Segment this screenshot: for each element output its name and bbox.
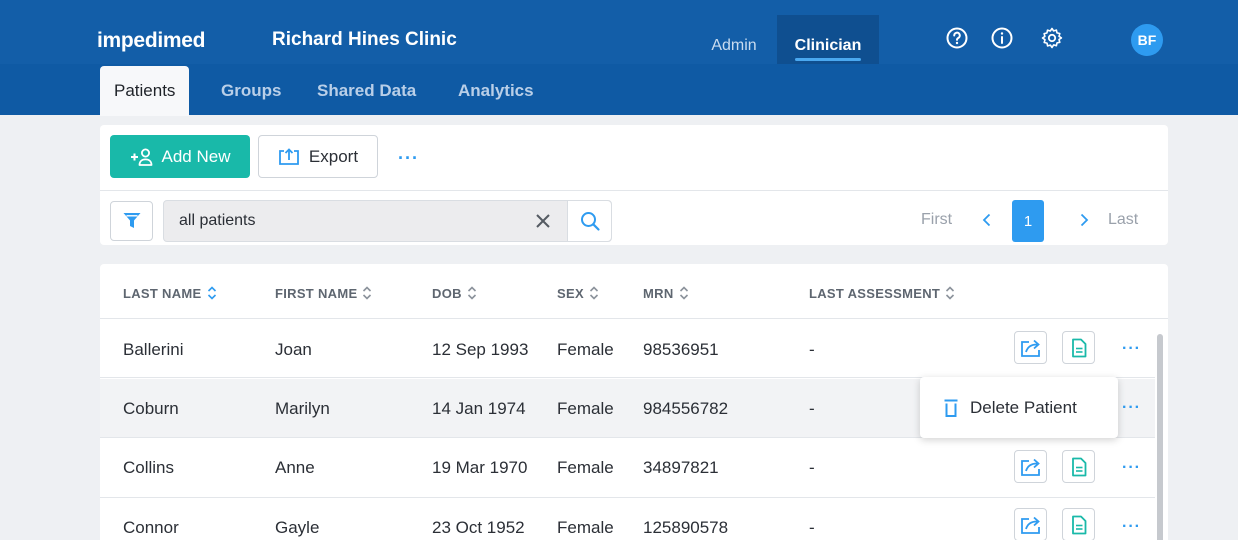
filter-icon (123, 213, 140, 228)
cell-first-name: Anne (275, 458, 315, 477)
cell-last-name: Coburn (123, 399, 179, 418)
share-button[interactable] (1014, 508, 1047, 540)
cell-dob: 19 Mar 1970 (432, 458, 528, 477)
role-admin-tab[interactable]: Admin (692, 15, 776, 65)
cell-sex: Female (557, 518, 614, 537)
brand-logo[interactable]: impedimed (97, 29, 205, 53)
sort-icon (363, 286, 372, 300)
help-icon[interactable] (945, 26, 969, 50)
toolbar-more-button[interactable]: ··· (398, 148, 420, 168)
table-row[interactable] (100, 319, 1155, 378)
role-clinician-tab[interactable]: Clinician (777, 15, 879, 65)
table-row[interactable] (100, 439, 1155, 498)
col-sex-label: SEX (557, 285, 584, 301)
sort-icon (946, 286, 955, 300)
export-label: Export (308, 146, 359, 166)
export-button[interactable]: Export (258, 135, 378, 178)
tab-patients[interactable]: Patients (100, 66, 190, 116)
col-first-name-label: FIRST NAME (275, 285, 358, 301)
pagination-last[interactable]: Last (1108, 211, 1138, 229)
search-box (163, 200, 612, 242)
col-last-assessment-label: LAST ASSESSMENT (809, 285, 941, 301)
tab-groups[interactable]: Groups (221, 66, 281, 116)
cell-first-name: Marilyn (275, 399, 330, 418)
add-user-icon (130, 148, 152, 166)
cell-mrn: 98536951 (643, 340, 719, 359)
cell-sex: Female (557, 340, 614, 359)
share-icon (1020, 516, 1040, 534)
col-mrn-label: MRN (643, 285, 674, 301)
cell-dob: 14 Jan 1974 (432, 399, 526, 418)
col-last-assessment[interactable]: LAST ASSESSMENT (809, 285, 955, 301)
tab-analytics[interactable]: Analytics (458, 66, 534, 116)
settings-icon[interactable] (1040, 26, 1064, 50)
sort-icon (589, 286, 598, 300)
row-more-button[interactable]: ··· (1122, 340, 1144, 357)
search-icon (580, 212, 600, 231)
cell-mrn: 125890578 (643, 518, 729, 537)
col-first-name[interactable]: FIRST NAME (275, 285, 372, 301)
filter-button[interactable] (110, 201, 153, 241)
pagination-current-page[interactable]: 1 (1012, 200, 1044, 242)
report-button[interactable] (1062, 331, 1095, 364)
export-icon (279, 147, 299, 165)
add-new-label: Add New (161, 146, 231, 166)
document-icon (1071, 338, 1086, 357)
cell-dob: 12 Sep 1993 (432, 340, 529, 359)
cell-first-name: Joan (275, 340, 312, 359)
chevron-left-icon[interactable] (981, 213, 993, 227)
sort-icon (467, 286, 476, 300)
col-sex[interactable]: SEX (557, 285, 599, 301)
trash-icon (944, 399, 958, 417)
cell-mrn: 984556782 (643, 399, 729, 418)
cell-last-assessment: - (809, 458, 815, 477)
sort-icon (207, 286, 216, 300)
col-last-name-label: LAST NAME (123, 285, 202, 301)
toolbar-divider (100, 190, 1168, 191)
row-more-button[interactable]: ··· (1122, 459, 1144, 476)
cell-sex: Female (557, 458, 614, 477)
cell-mrn: 34897821 (643, 458, 719, 477)
delete-patient-item[interactable]: Delete Patient (970, 398, 1077, 418)
pagination-first[interactable]: First (921, 211, 952, 229)
col-mrn[interactable]: MRN (643, 285, 689, 301)
col-dob[interactable]: DOB (432, 285, 477, 301)
share-icon (1020, 458, 1040, 476)
share-button[interactable] (1014, 331, 1047, 364)
document-icon (1071, 457, 1086, 476)
cell-dob: 23 Oct 1952 (432, 518, 525, 537)
document-icon (1071, 515, 1086, 534)
row-more-button[interactable]: ··· (1122, 399, 1144, 416)
cell-first-name: Gayle (275, 518, 320, 537)
cell-last-name: Connor (123, 518, 179, 537)
cell-last-assessment: - (809, 399, 815, 418)
share-icon (1020, 339, 1040, 357)
cell-last-assessment: - (809, 340, 815, 359)
search-button[interactable] (567, 201, 611, 241)
tab-shared-data[interactable]: Shared Data (317, 66, 416, 116)
cell-last-assessment: - (809, 518, 815, 537)
col-dob-label: DOB (432, 285, 462, 301)
share-button[interactable] (1014, 450, 1047, 483)
info-icon[interactable] (990, 26, 1014, 50)
col-last-name[interactable]: LAST NAME (123, 285, 217, 301)
cell-sex: Female (557, 399, 614, 418)
cell-last-name: Ballerini (123, 340, 184, 359)
row-more-button[interactable]: ··· (1122, 518, 1144, 535)
report-button[interactable] (1062, 450, 1095, 483)
row-actions-menu: Delete Patient (920, 377, 1118, 438)
table-scrollbar-thumb[interactable] (1157, 334, 1163, 540)
chevron-right-icon[interactable] (1078, 213, 1090, 227)
report-button[interactable] (1062, 508, 1095, 540)
cell-last-name: Collins (123, 458, 175, 477)
table-row[interactable] (100, 498, 1155, 540)
user-avatar[interactable]: BF (1131, 24, 1163, 56)
clinic-name: Richard Hines Clinic (272, 29, 457, 50)
search-input[interactable] (164, 201, 554, 241)
add-new-button[interactable]: Add New (110, 135, 250, 178)
clear-icon[interactable] (532, 210, 554, 232)
sort-icon (679, 286, 688, 300)
